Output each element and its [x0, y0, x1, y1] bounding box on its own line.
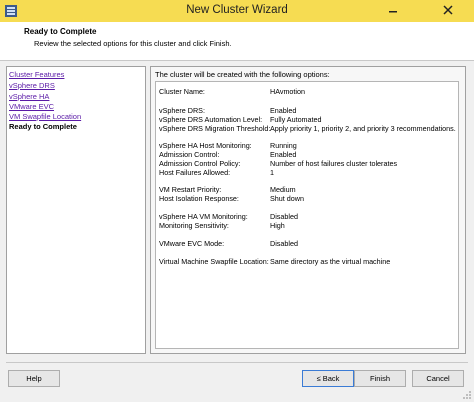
wizard-steps-nav: Cluster Features vSphere DRS vSphere HA …: [6, 66, 146, 354]
resize-grip-icon[interactable]: [462, 390, 472, 400]
main-panel: The cluster will be created with the fol…: [150, 66, 466, 354]
back-button[interactable]: ≤ Back: [302, 370, 354, 387]
finish-button[interactable]: Finish: [354, 370, 406, 387]
summary-value: Shut down: [270, 194, 304, 203]
summary-value: High: [270, 221, 285, 230]
summary-value: Number of host failures cluster tolerate…: [270, 159, 398, 168]
wizard-header: Ready to Complete Review the selected op…: [0, 22, 474, 61]
cancel-button[interactable]: Cancel: [412, 370, 464, 387]
summary-label: vSphere HA Host Monitoring:: [159, 141, 252, 150]
summary-label: vSphere DRS:: [159, 106, 205, 115]
summary-value: HAvmotion: [270, 87, 306, 96]
summary-value: Disabled: [270, 212, 298, 221]
nav-item-ready-to-complete: Ready to Complete: [9, 122, 77, 131]
minimize-icon: [389, 11, 397, 13]
summary-value: Enabled: [270, 150, 297, 159]
summary-value: Fully Automated: [270, 115, 322, 124]
minimize-button[interactable]: [380, 0, 406, 20]
close-icon: [443, 5, 453, 15]
footer-divider: [6, 362, 468, 363]
summary-label: vSphere DRS Migration Threshold:: [159, 124, 271, 133]
summary-label: vSphere DRS Automation Level:: [159, 115, 263, 124]
summary-value: Disabled: [270, 239, 298, 248]
summary-label: Admission Control Policy:: [159, 159, 241, 168]
page-title: Ready to Complete: [24, 27, 97, 36]
summary-label: VMware EVC Mode:: [159, 239, 225, 248]
summary-label: Virtual Machine Swapfile Location:: [159, 257, 269, 266]
summary-label: Admission Control:: [159, 150, 220, 159]
summary-label: Host Isolation Response:: [159, 194, 239, 203]
nav-item-vsphere-drs[interactable]: vSphere DRS: [9, 81, 55, 90]
summary-value: Apply priority 1, priority 2, and priori…: [270, 124, 456, 133]
help-button[interactable]: Help: [8, 370, 60, 387]
wizard-window: New Cluster Wizard Ready to Complete Rev…: [0, 0, 474, 402]
summary-label: Host Failures Allowed:: [159, 168, 231, 177]
nav-item-vmware-evc[interactable]: VMware EVC: [9, 102, 54, 111]
summary-label: Cluster Name:: [159, 87, 205, 96]
nav-item-cluster-features[interactable]: Cluster Features: [9, 70, 64, 79]
nav-item-vsphere-ha[interactable]: vSphere HA: [9, 92, 49, 101]
nav-item-vm-swapfile-location[interactable]: VM Swapfile Location: [9, 112, 81, 121]
summary-label: VM Restart Priority:: [159, 185, 222, 194]
close-button[interactable]: [426, 0, 470, 20]
summary-label: vSphere HA VM Monitoring:: [159, 212, 248, 221]
title-bar[interactable]: New Cluster Wizard: [0, 0, 474, 22]
summary-value: Medium: [270, 185, 296, 194]
summary-label: Monitoring Sensitivity:: [159, 221, 229, 230]
page-subtitle: Review the selected options for this clu…: [34, 39, 232, 48]
summary-value: Enabled: [270, 106, 297, 115]
summary-value: Running: [270, 141, 297, 150]
summary-value: 1: [270, 168, 274, 177]
summary-value: Same directory as the virtual machine: [270, 257, 391, 266]
summary-heading: The cluster will be created with the fol…: [155, 70, 330, 79]
summary-list[interactable]: Cluster Name: HAvmotion vSphere DRS: Enabl…: [155, 81, 459, 349]
